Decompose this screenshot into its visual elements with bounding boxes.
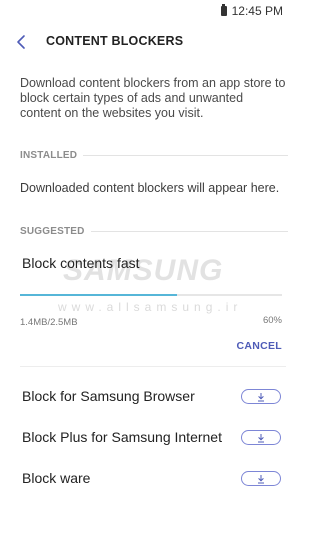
installed-section-header: INSTALLED [20, 148, 288, 162]
download-icon [258, 392, 264, 401]
app-bar: CONTENT BLOCKERS [0, 26, 303, 58]
section-divider [90, 230, 288, 232]
download-button[interactable] [241, 389, 281, 404]
download-button[interactable] [241, 471, 281, 486]
status-time: 12:45 PM [231, 4, 283, 18]
blocker-name: Block for Samsung Browser [22, 388, 195, 404]
list-divider [20, 366, 286, 367]
download-size: 1.4MB/2.5MB [20, 317, 78, 328]
description-text: Download content blockers from an app st… [20, 76, 286, 120]
downloading-item-name: Block contents fast [22, 255, 140, 271]
download-progress-fill [20, 294, 178, 296]
installed-empty-message: Downloaded content blockers will appear … [20, 181, 280, 195]
cancel-button[interactable]: CANCEL [236, 340, 282, 352]
download-percent: 60% [262, 315, 282, 326]
section-divider [83, 154, 288, 156]
list-item[interactable]: Block ware [0, 459, 303, 499]
suggested-section-header: SUGGESTED [20, 224, 288, 238]
blocker-name: Block ware [22, 470, 91, 486]
chevron-left-icon[interactable] [14, 32, 30, 52]
battery-icon [220, 4, 227, 16]
download-icon [258, 433, 264, 442]
status-bar: 12:45 PM [0, 0, 303, 22]
download-progress-bar [20, 294, 282, 296]
list-item[interactable]: Block Plus for Samsung Internet [0, 418, 303, 458]
list-item[interactable]: Block for Samsung Browser [0, 377, 303, 417]
download-icon [258, 474, 264, 483]
suggested-header-label: SUGGESTED [20, 225, 85, 237]
installed-header-label: INSTALLED [20, 149, 78, 161]
watermark-url: www.allsamsung.ir [58, 300, 243, 314]
download-button[interactable] [241, 430, 281, 445]
blocker-name: Block Plus for Samsung Internet [22, 429, 222, 445]
page-title: CONTENT BLOCKERS [46, 34, 184, 48]
